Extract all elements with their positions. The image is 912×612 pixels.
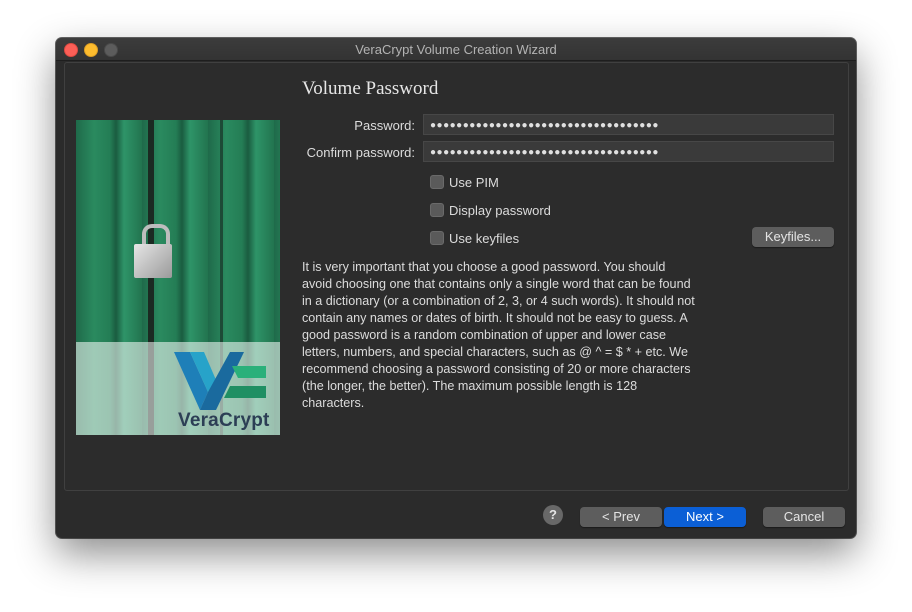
- display-password-label: Display password: [449, 202, 551, 218]
- veracrypt-logo-icon: [174, 352, 266, 410]
- veracrypt-banner-image: VeraCrypt: [76, 120, 280, 435]
- wizard-window: VeraCrypt Volume Creation Wizard VeraCry…: [56, 38, 856, 538]
- help-icon[interactable]: ?: [543, 505, 563, 525]
- use-keyfiles-checkbox[interactable]: [430, 231, 444, 245]
- use-pim-checkbox-row[interactable]: Use PIM: [430, 174, 499, 190]
- password-field[interactable]: ●●●●●●●●●●●●●●●●●●●●●●●●●●●●●●●●●●●: [423, 114, 834, 135]
- next-button[interactable]: Next >: [664, 507, 746, 527]
- display-password-checkbox[interactable]: [430, 203, 444, 217]
- cancel-button[interactable]: Cancel: [763, 507, 845, 527]
- password-advice-text: It is very important that you choose a g…: [302, 260, 695, 410]
- page-title: Volume Password: [302, 78, 439, 99]
- use-keyfiles-checkbox-row[interactable]: Use keyfiles: [430, 230, 519, 246]
- use-pim-checkbox[interactable]: [430, 175, 444, 189]
- padlock-icon: [134, 244, 172, 278]
- use-keyfiles-label: Use keyfiles: [449, 230, 520, 246]
- keyfiles-button[interactable]: Keyfiles...: [752, 227, 834, 247]
- veracrypt-logo-text: VeraCrypt: [178, 410, 270, 431]
- password-label: Password:: [354, 118, 415, 133]
- prev-button[interactable]: < Prev: [580, 507, 662, 527]
- title-bar[interactable]: VeraCrypt Volume Creation Wizard: [56, 38, 856, 61]
- window-title: VeraCrypt Volume Creation Wizard: [355, 42, 557, 57]
- confirm-password-field[interactable]: ●●●●●●●●●●●●●●●●●●●●●●●●●●●●●●●●●●●: [423, 141, 834, 162]
- use-pim-label: Use PIM: [449, 174, 499, 190]
- display-password-checkbox-row[interactable]: Display password: [430, 202, 551, 218]
- confirm-password-label: Confirm password:: [306, 145, 415, 160]
